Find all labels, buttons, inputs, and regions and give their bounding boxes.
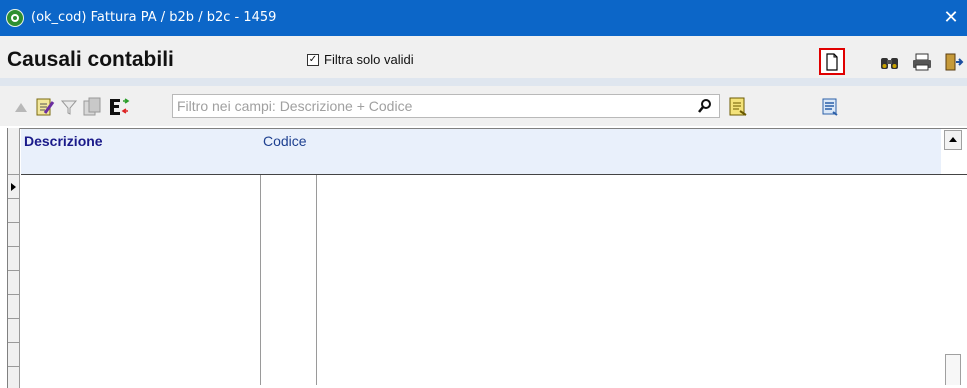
search-records-button[interactable] xyxy=(877,48,903,75)
column-header-filler xyxy=(316,129,941,174)
new-document-icon xyxy=(826,52,838,71)
filter-valid-checkbox[interactable]: ✓ xyxy=(307,54,319,66)
search-field[interactable] xyxy=(172,94,720,118)
move-up-button[interactable] xyxy=(10,95,32,119)
column-divider xyxy=(316,175,317,385)
list-view-button[interactable] xyxy=(819,95,841,119)
list-view-icon xyxy=(822,98,838,116)
notes-button[interactable] xyxy=(727,95,749,119)
exit-button[interactable] xyxy=(940,48,966,75)
vertical-scrollbar[interactable] xyxy=(945,354,961,385)
filter-valid-label[interactable]: Filtra solo validi xyxy=(324,52,414,67)
binoculars-icon xyxy=(881,57,898,69)
edit-filter-icon xyxy=(36,98,55,116)
export-button[interactable] xyxy=(108,95,130,119)
close-button[interactable]: ✕ xyxy=(935,0,967,36)
edit-filter-button[interactable] xyxy=(34,95,56,119)
header-divider xyxy=(21,174,967,175)
column-divider xyxy=(260,175,261,385)
notes-icon xyxy=(729,97,747,116)
exit-door-icon xyxy=(945,53,964,70)
app-logo-icon xyxy=(6,9,24,27)
printer-icon xyxy=(913,53,931,70)
funnel-icon xyxy=(60,100,78,115)
column-header-descrizione[interactable]: Descrizione xyxy=(21,129,261,174)
print-button[interactable] xyxy=(909,48,935,75)
page-title: Causali contabili xyxy=(7,48,174,71)
search-icon[interactable] xyxy=(697,98,713,114)
column-header-codice[interactable]: Codice xyxy=(260,129,317,174)
search-input[interactable] xyxy=(173,95,683,117)
row-indicator-column xyxy=(8,128,20,388)
window-titlebar: (ok_cod) Fattura PA / b2b / b2c - 1459 ✕ xyxy=(0,0,967,36)
window-title: (ok_cod) Fattura PA / b2b / b2c - 1459 xyxy=(31,10,277,25)
new-document-button[interactable] xyxy=(819,48,845,75)
current-row-arrow-icon xyxy=(11,183,16,191)
filter-button[interactable] xyxy=(58,95,80,119)
copy-columns-icon xyxy=(83,97,101,116)
scroll-up-button[interactable] xyxy=(944,130,962,150)
header-separator xyxy=(0,78,967,86)
move-up-icon xyxy=(15,103,27,112)
export-e-icon xyxy=(110,98,130,115)
copy-columns-button[interactable] xyxy=(81,95,103,119)
